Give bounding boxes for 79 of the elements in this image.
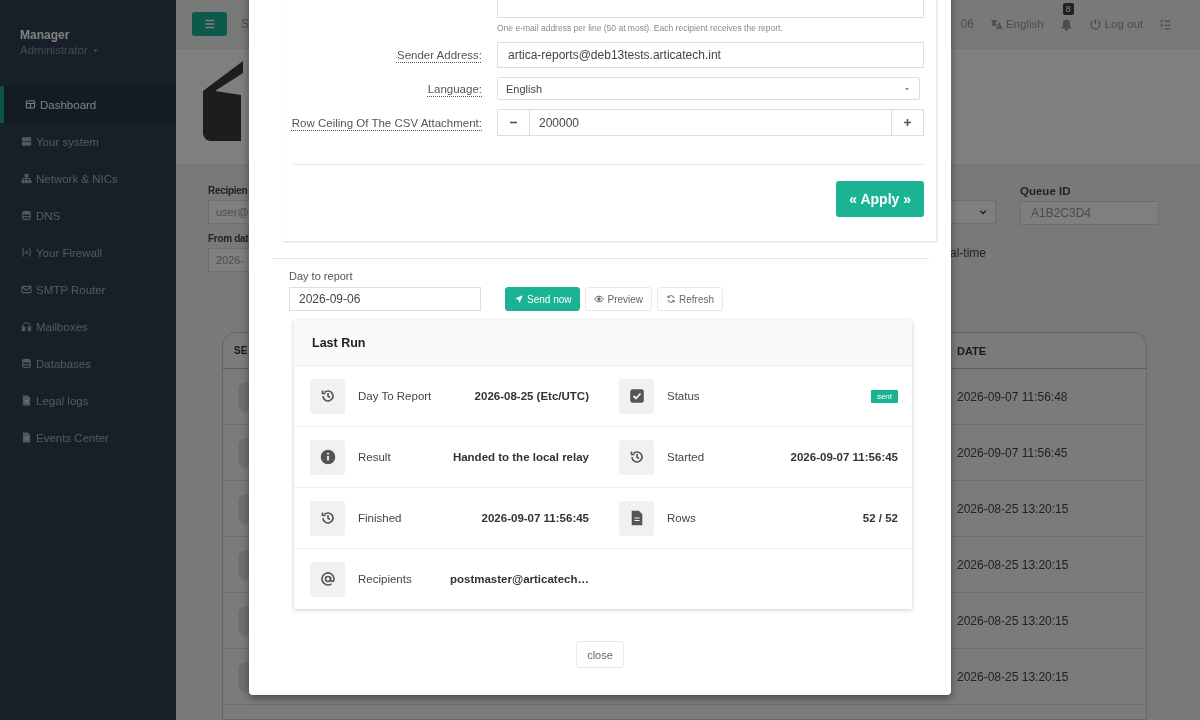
column-header: SE (234, 345, 249, 356)
sidebar-item[interactable]: DNS (0, 197, 176, 234)
file-icon (21, 432, 32, 443)
field-label: Result (358, 451, 392, 463)
database-icon (21, 358, 32, 369)
translate-icon (989, 17, 1003, 31)
sidebar-item[interactable]: SMTP Router (0, 271, 176, 308)
column-header: DATE (957, 344, 987, 357)
field-label: Sender Address: (395, 49, 482, 61)
sender-address-field[interactable]: artica-reports@deb13tests.articatech.int (497, 42, 924, 68)
table-cell: 2026-08-25 13:20:15 (957, 557, 1069, 572)
database-icon (21, 210, 32, 221)
send-icon (514, 294, 524, 304)
field-label: Rows (667, 512, 697, 524)
checkbox-icon (628, 388, 645, 404)
field-label: From dat (208, 233, 250, 244)
sidebar-item[interactable]: Your Firewall (0, 234, 176, 271)
field-value: 52 / 52 (862, 512, 898, 524)
notification-count: 8 (1062, 2, 1074, 15)
tasks-button[interactable] (1159, 17, 1172, 31)
field-label: Recipien (208, 185, 249, 196)
field-value: Handed to the local relay (452, 451, 589, 463)
history-icon (319, 388, 336, 404)
preview-button[interactable]: Preview (585, 287, 653, 311)
info-icon (319, 449, 336, 465)
sidebar-item[interactable]: Legal logs (0, 382, 176, 419)
field-label: Recipients (358, 573, 413, 585)
menu-button[interactable] (192, 12, 227, 36)
table-icon (25, 99, 36, 110)
eye-icon (594, 294, 605, 304)
table-cell: 2026-09-07 11:56:45 (957, 445, 1068, 460)
history-icon (628, 449, 645, 465)
sidebar-item[interactable]: Mailboxes (0, 308, 176, 345)
field-label: Queue ID (1020, 185, 1072, 197)
envelope-icon (21, 284, 32, 295)
field-value: 2026-09-07 11:56:45 (790, 451, 898, 463)
sidebar-item[interactable]: Events Center (0, 419, 176, 456)
sidebar-item[interactable]: Your system (0, 123, 176, 160)
sidebar-item[interactable]: Network & NICs (0, 160, 176, 197)
tasks-icon (1159, 17, 1172, 31)
sidebar-item[interactable]: Dashboard (0, 86, 176, 123)
field-value: postmaster@articatech… (449, 573, 589, 585)
table-cell: 2026-08-25 13:20:15 (957, 501, 1069, 516)
brackets-icon (21, 247, 32, 258)
field-label: Status (667, 390, 701, 402)
plus-icon (902, 117, 913, 128)
status-badge: sent (870, 389, 898, 403)
sidebar-item[interactable]: Databases (0, 345, 176, 382)
card-title: Last Run (312, 335, 366, 350)
headphones-icon (21, 321, 32, 332)
field-label: Day To Report (358, 390, 433, 402)
apply-button[interactable]: « Apply » (836, 181, 924, 217)
bell-icon (1059, 17, 1073, 31)
server-icon (21, 136, 32, 147)
refresh-button[interactable]: Refresh (657, 287, 724, 311)
table-cell: 2026-08-25 13:20:15 (957, 613, 1069, 628)
language-select[interactable]: English (497, 77, 920, 100)
refresh-icon (666, 294, 677, 304)
day-to-report-field[interactable]: 2026-09-06 (289, 287, 481, 311)
field-label: Day to report (289, 270, 354, 282)
help-text: One e-mail address per line (50 at most). Each recipient receives the report. (497, 23, 783, 33)
close-button[interactable]: close (576, 641, 624, 668)
sitemap-icon (21, 173, 32, 184)
file-icon (21, 395, 32, 406)
table-cell: 2026-09-07 11:56:48 (957, 389, 1068, 404)
at-sign-icon (319, 571, 336, 587)
field-value: 2026-09-07 11:56:45 (481, 512, 589, 524)
table-cell: 2026-08-25 13:20:15 (957, 669, 1069, 684)
chevron-down-icon (978, 207, 988, 217)
power-icon (1088, 17, 1102, 31)
send-now-button[interactable]: Send now (505, 287, 581, 311)
realtime-label: al-time (950, 245, 987, 260)
field-label: Started (667, 451, 706, 463)
field-label: Language: (426, 82, 482, 95)
history-icon (319, 510, 336, 526)
field-label: Row Ceiling Of The CSV Attachment: (290, 116, 482, 129)
field-value: 2026-08-25 (Etc/UTC) (474, 390, 589, 402)
field-label: Finished (358, 512, 403, 524)
user-name: Manager (20, 28, 71, 42)
